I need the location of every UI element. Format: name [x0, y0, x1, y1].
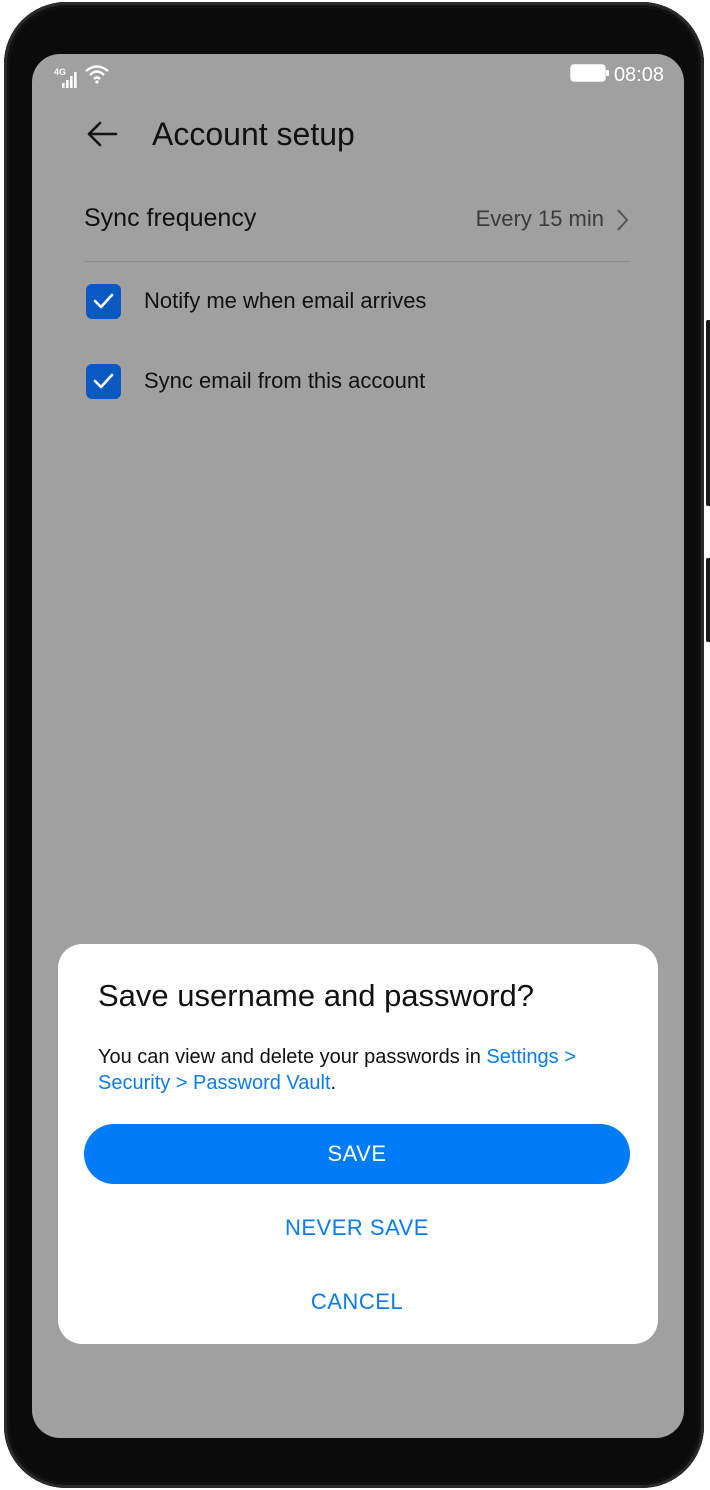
battery-icon	[570, 63, 610, 88]
cancel-button[interactable]: CANCEL	[84, 1280, 630, 1324]
notify-email-checkbox[interactable]	[86, 284, 121, 319]
back-arrow-icon[interactable]	[82, 114, 122, 154]
volume-button	[706, 320, 710, 506]
network-type-label: 4G	[54, 67, 67, 77]
sync-frequency-label: Sync frequency	[84, 204, 257, 232]
divider	[84, 261, 630, 262]
dialog-message: You can view and delete your passwords i…	[98, 1044, 638, 1096]
never-save-button[interactable]: NEVER SAVE	[84, 1206, 630, 1250]
sync-email-label: Sync email from this account	[144, 368, 426, 393]
dialog-message-end: .	[330, 1072, 337, 1094]
sync-frequency-row[interactable]: Sync frequency Every 15 min	[84, 194, 630, 250]
sync-email-checkbox[interactable]	[86, 364, 121, 399]
notify-email-row[interactable]: Notify me when email arrives	[86, 282, 646, 326]
wifi-icon	[84, 64, 110, 89]
screen: 4G 08:08 Account setup Sync frequency Ev…	[32, 54, 684, 1438]
dialog-message-text: You can view and delete your passwords i…	[98, 1046, 487, 1068]
dialog-title: Save username and password?	[98, 978, 534, 1013]
sync-frequency-value: Every 15 min	[475, 206, 604, 231]
signal-icon: 4G	[54, 67, 78, 89]
save-credentials-dialog: Save username and password? You can view…	[58, 944, 658, 1344]
save-button[interactable]: SAVE	[84, 1124, 630, 1184]
sync-email-row[interactable]: Sync email from this account	[86, 362, 646, 406]
power-button	[706, 558, 710, 642]
notify-email-label: Notify me when email arrives	[144, 288, 427, 313]
app-bar: Account setup	[32, 106, 684, 162]
phone-frame: 4G 08:08 Account setup Sync frequency Ev…	[4, 2, 710, 1488]
chevron-right-icon	[614, 208, 630, 232]
status-bar: 4G 08:08	[32, 54, 684, 94]
status-time: 08:08	[613, 64, 664, 86]
page-title: Account setup	[152, 116, 355, 152]
